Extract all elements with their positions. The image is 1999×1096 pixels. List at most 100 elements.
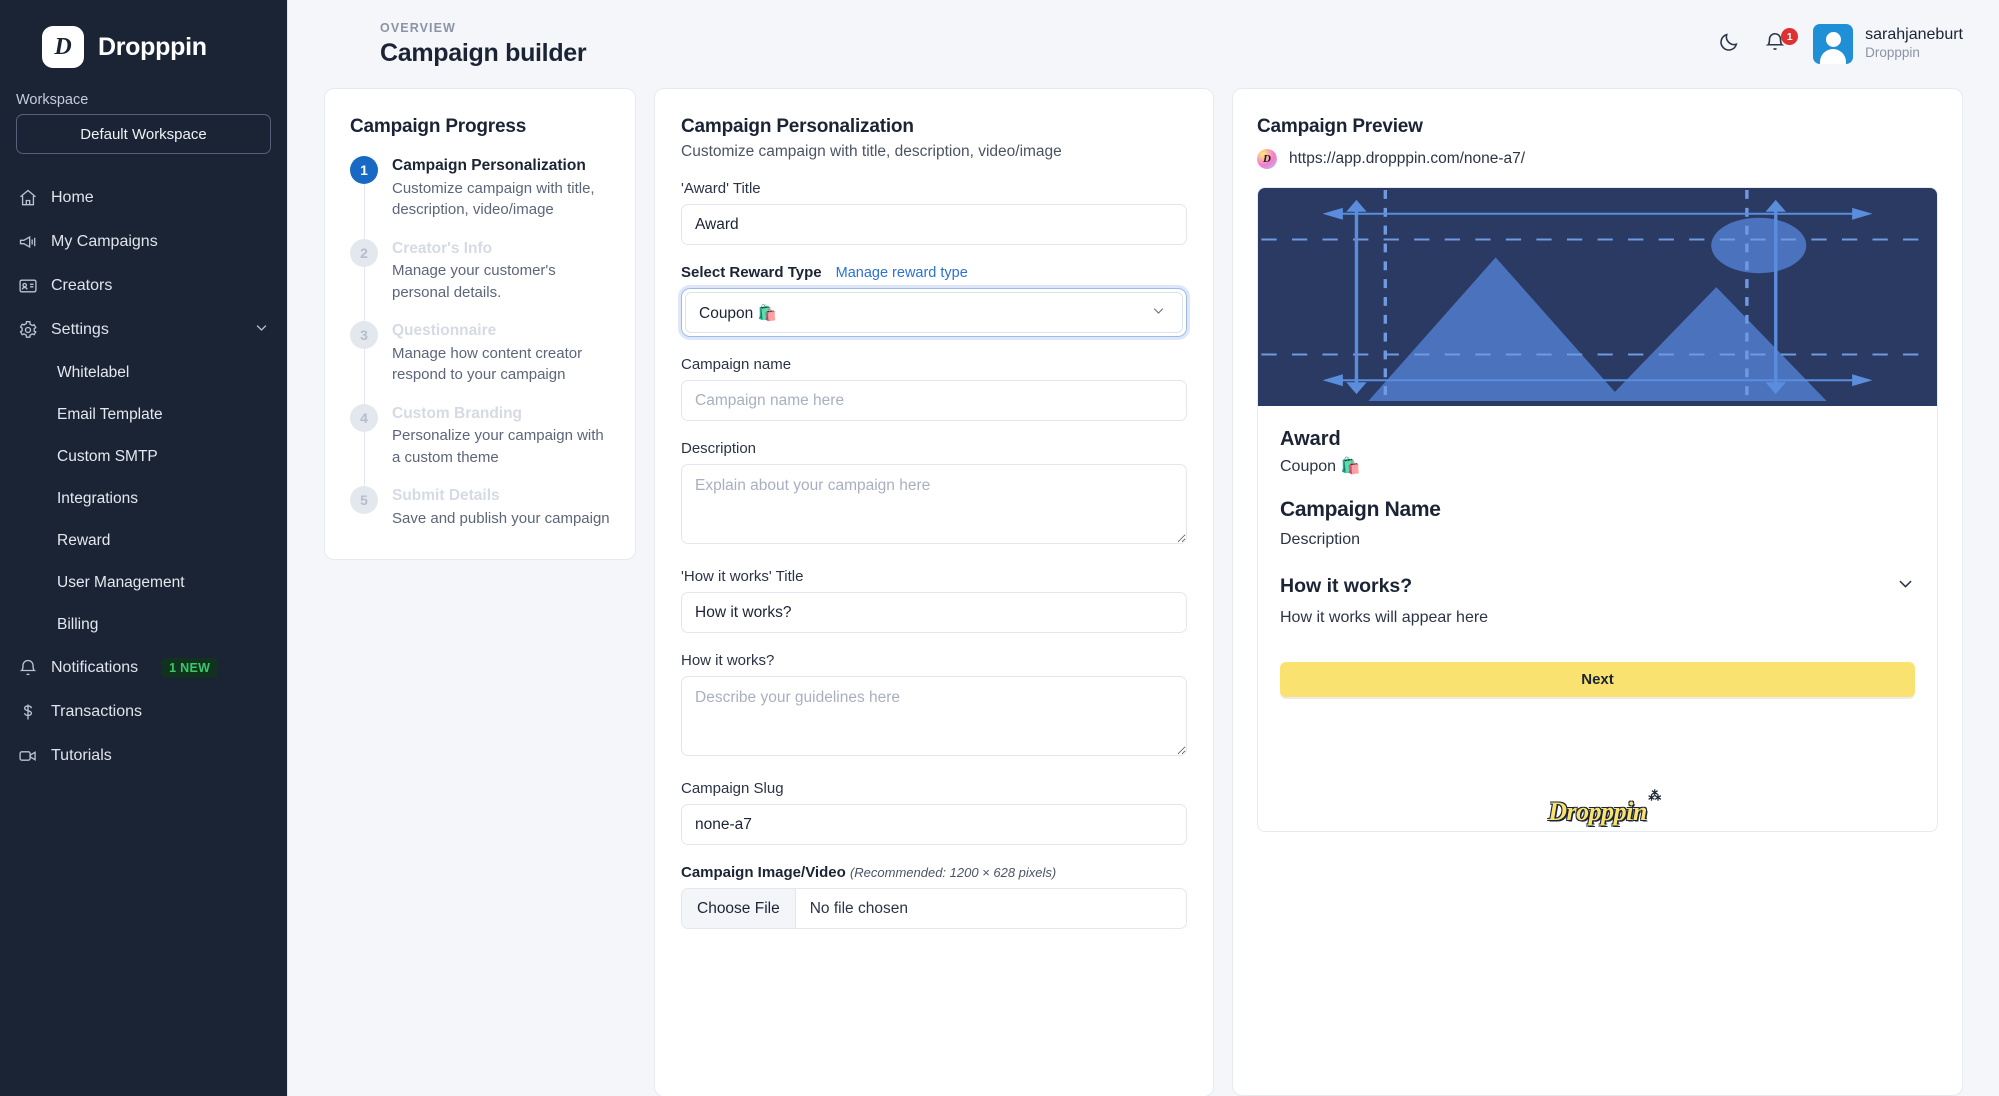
form-title: Campaign Personalization [681,116,914,137]
campaign-name-label: Campaign name [681,356,792,373]
reward-type-select-wrapper: Coupon 🛍️ [681,288,1187,337]
chevron-down-icon[interactable] [254,320,269,340]
sidebar-item-label: Tutorials [51,747,112,764]
progress-step[interactable]: 2 Creator's Info Manage your customer's … [350,238,611,324]
user-menu[interactable]: sarahjaneburt Dropppin [1813,24,1963,64]
award-title-field: 'Award' Title [681,180,1187,245]
page-heading: OVERVIEW Campaign builder [380,20,587,68]
step-desc: Manage your customer's personal details. [392,262,556,301]
award-title-label: 'Award' Title [681,180,761,197]
preview-campaign-name: Campaign Name [1280,498,1441,521]
sidebar-item-billing[interactable]: Billing [0,604,287,646]
sidebar-item-tutorials[interactable]: Tutorials [0,734,287,778]
sidebar-item-creators[interactable]: Creators [0,264,287,308]
step-desc: Save and publish your campaign [392,509,610,527]
preview-frame: Award Coupon 🛍️ Campaign Name Descriptio… [1257,187,1938,832]
sidebar-item-integrations[interactable]: Integrations [0,478,287,520]
award-title-input[interactable] [681,204,1187,245]
breadcrumb: OVERVIEW [380,20,456,35]
progress-steps: 1 Campaign Personalization Customize cam… [350,156,611,529]
sidebar-item-reward[interactable]: Reward [0,520,287,562]
notifications-badge: 1 NEW [161,658,219,678]
reward-type-value: Coupon 🛍️ [699,305,777,322]
campaign-slug-field: Campaign Slug [681,780,1187,845]
chevron-down-icon[interactable] [1896,574,1915,598]
step-desc: Manage how content creator respond to yo… [392,344,583,384]
step-title: Creator's Info [392,239,493,257]
media-hint: (Recommended: 1200 × 628 pixels) [849,865,1057,880]
theme-toggle-button[interactable] [1715,30,1743,58]
file-upload-row[interactable]: Choose File No file chosen [681,888,1187,929]
brand-name: Dropppin [98,32,207,61]
how-it-works-title-input[interactable] [681,592,1187,633]
sidebar-item-label: Creators [51,277,113,294]
campaign-media-field: Campaign Image/Video (Recommended: 1200 … [681,864,1187,929]
placeholder-image [1258,188,1937,406]
preview-how-it-works-header[interactable]: How it works? [1280,574,1915,598]
how-it-works-textarea[interactable] [681,676,1187,756]
preview-footer-logo-text: Dropppin [1548,797,1647,826]
user-name: sarahjaneburt [1865,26,1963,44]
dropppin-logo-icon: D [42,26,84,68]
notification-count-badge: 1 [1781,28,1799,45]
progress-step[interactable]: 5 Submit Details Save and publish your c… [350,486,611,529]
sidebar-item-label: Billing [57,616,99,633]
user-info: sarahjaneburt Dropppin [1865,26,1963,62]
step-title: Custom Branding [392,404,523,422]
how-it-works-title-label: 'How it works' Title [681,568,804,585]
progress-step[interactable]: 3 Questionnaire Manage how content creat… [350,321,611,406]
step-desc: Customize campaign with title, descripti… [392,179,595,219]
step-number: 4 [350,403,378,432]
sidebar-item-label: My Campaigns [51,233,158,250]
progress-step[interactable]: 1 Campaign Personalization Customize cam… [350,156,611,241]
step-number: 5 [350,486,378,515]
manage-reward-type-link[interactable]: Manage reward type [836,265,968,281]
step-title: Questionnaire [392,322,497,340]
progress-step[interactable]: 4 Custom Branding Personalize your campa… [350,403,611,489]
sidebar: D Dropppin Workspace Default Workspace H… [0,0,288,1096]
sparkle-icon: ⁂ [1648,788,1661,803]
sidebar-item-label: Whitelabel [57,364,130,381]
form-subtitle: Customize campaign with title, descripti… [681,143,1062,160]
step-title: Campaign Personalization [392,157,586,174]
sidebar-item-label: Home [51,189,94,206]
description-field: Description [681,440,1187,549]
sidebar-item-notifications[interactable]: Notifications 1 NEW [0,646,287,690]
sidebar-item-email-template[interactable]: Email Template [0,394,287,436]
page-title: Campaign builder [380,38,587,67]
preview-url[interactable]: https://app.dropppin.com/none-a7/ [1289,150,1525,168]
sidebar-nav: Home My Campaigns Creators Settings Whit… [0,176,287,778]
campaign-name-field: Campaign name [681,356,1187,421]
sidebar-item-transactions[interactable]: Transactions [0,690,287,734]
description-textarea[interactable] [681,464,1187,544]
reward-type-field: Select Reward Type Manage reward type Co… [681,264,1187,337]
campaign-progress-card: Campaign Progress 1 Campaign Personaliza… [324,88,636,561]
id-card-icon [18,276,38,296]
brand-logo[interactable]: D Dropppin [0,0,287,74]
sidebar-item-settings[interactable]: Settings [0,308,287,352]
campaign-name-input[interactable] [681,380,1187,421]
preview-next-button[interactable]: Next [1280,662,1915,697]
sidebar-item-label: Integrations [57,490,138,507]
how-it-works-title-field: 'How it works' Title [681,568,1187,633]
sidebar-item-home[interactable]: Home [0,176,287,220]
notifications-button[interactable]: 1 [1761,28,1799,58]
how-it-works-field: How it works? [681,652,1187,761]
campaign-slug-input[interactable] [681,804,1187,845]
sidebar-item-label: Reward [57,532,111,549]
campaign-media-label: Campaign Image/Video (Recommended: 1200 … [681,864,1187,881]
sidebar-item-custom-smtp[interactable]: Custom SMTP [0,436,287,478]
workspace-selector[interactable]: Default Workspace [16,114,271,154]
choose-file-button[interactable]: Choose File [682,889,796,928]
sidebar-item-whitelabel[interactable]: Whitelabel [0,352,287,394]
description-label: Description [681,440,757,457]
user-org: Dropppin [1865,45,1920,61]
file-name-label: No file chosen [809,899,908,917]
campaign-personalization-card: Campaign Personalization Customize campa… [654,88,1214,1096]
reward-type-select[interactable]: Coupon 🛍️ [685,292,1183,333]
sidebar-item-user-management[interactable]: User Management [0,562,287,604]
sidebar-item-my-campaigns[interactable]: My Campaigns [0,220,287,264]
sidebar-item-label: User Management [57,574,185,591]
gear-icon [18,320,38,340]
step-number: 1 [350,156,378,184]
